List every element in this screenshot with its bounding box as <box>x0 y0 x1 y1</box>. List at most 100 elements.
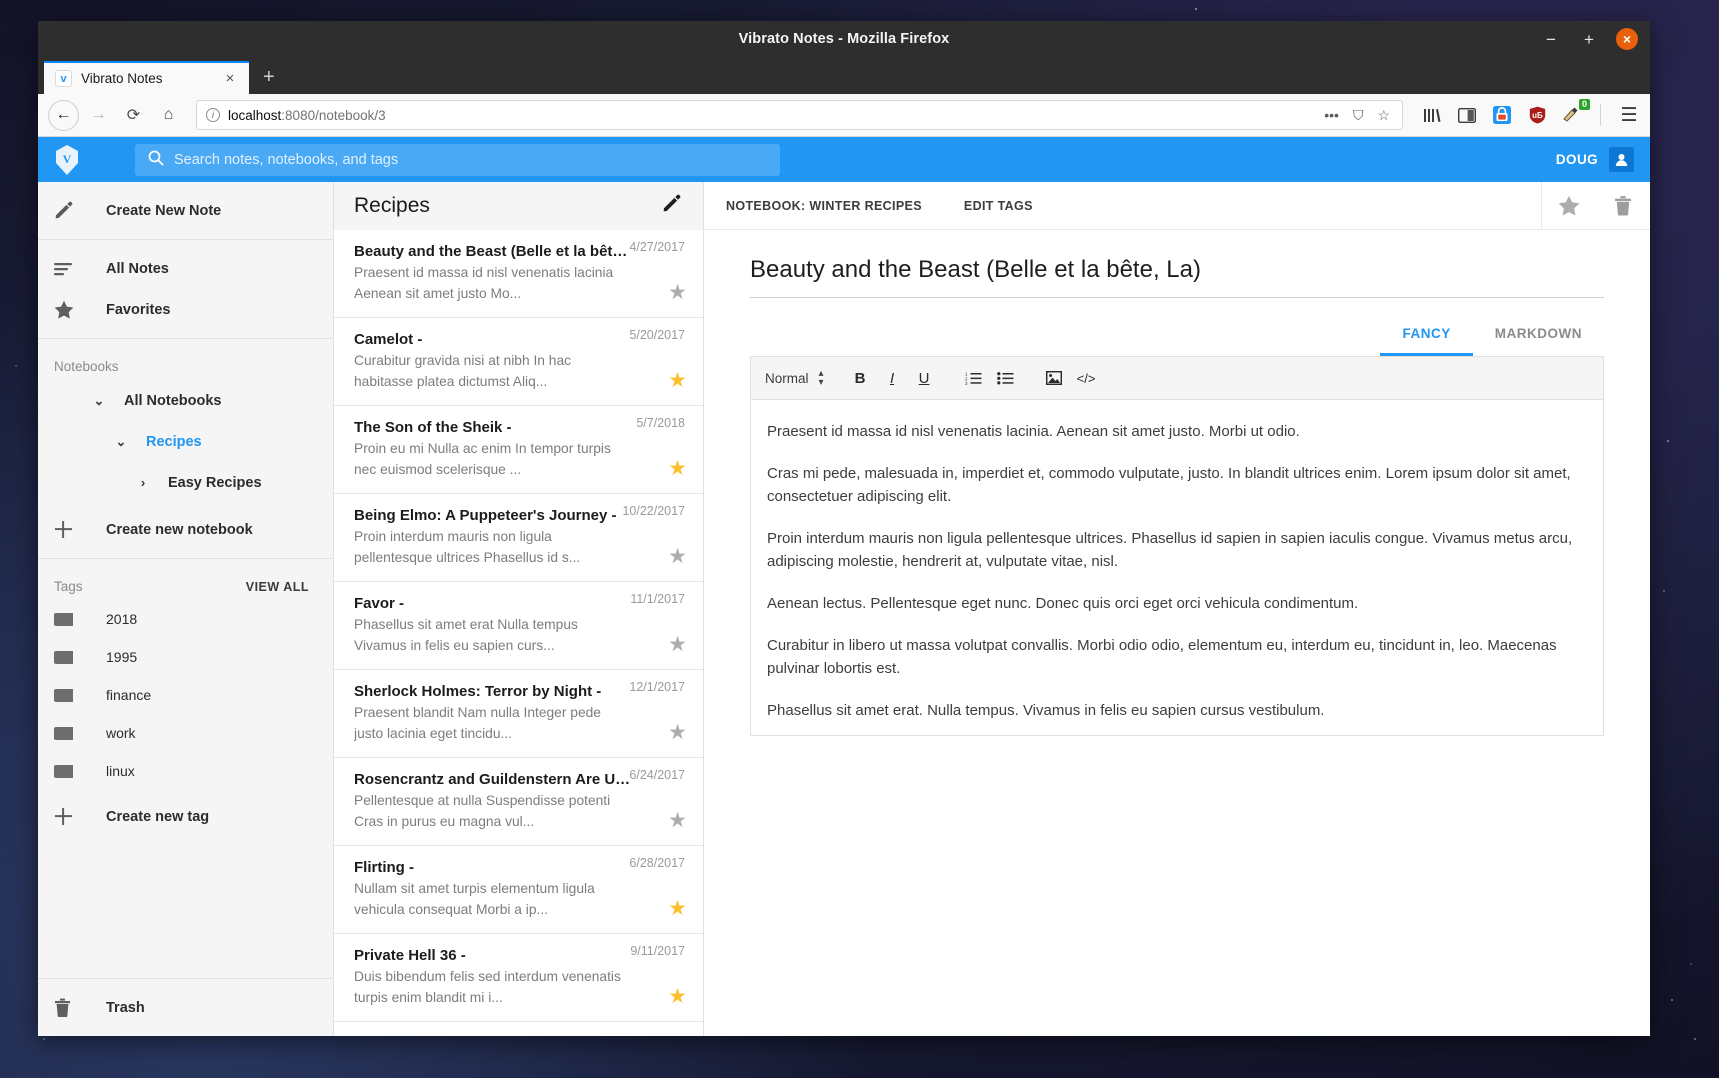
note-title-input[interactable]: Beauty and the Beast (Belle et la bête, … <box>750 256 1604 298</box>
bold-button[interactable]: B <box>847 365 874 392</box>
ublock-icon[interactable]: uБ <box>1526 104 1548 126</box>
avatar[interactable] <box>1609 147 1634 172</box>
sidebar-icon[interactable] <box>1456 104 1478 126</box>
sidebar-tag-work[interactable]: work <box>38 714 333 752</box>
tag-label: finance <box>106 687 151 703</box>
edit-tags-button[interactable]: EDIT TAGS <box>964 199 1033 213</box>
chevron-down-icon[interactable]: ⌄ <box>86 393 112 409</box>
italic-button[interactable]: I <box>879 365 906 392</box>
note-snippet: Phasellus sit amet erat Nulla tempus Viv… <box>354 614 622 656</box>
note-title: Camelot - <box>354 330 632 350</box>
editor-header: NOTEBOOK: WINTER RECIPES EDIT TAGS <box>704 182 1650 230</box>
sidebar-notebook-easy-recipes[interactable]: › Easy Recipes <box>38 462 333 503</box>
sidebar-label: Create New Note <box>106 203 221 219</box>
note-list-item[interactable]: 6/28/2017 Flirting - Nullam sit amet tur… <box>334 846 703 934</box>
sidebar-item-trash[interactable]: Trash <box>38 987 333 1028</box>
image-icon[interactable] <box>1041 365 1068 392</box>
tag-label: work <box>106 725 136 741</box>
address-bar[interactable]: i localhost:8080/notebook/3 ••• ⛉ ☆ <box>196 100 1403 130</box>
tab-fancy[interactable]: FANCY <box>1380 326 1472 356</box>
close-icon[interactable]: × <box>222 70 238 87</box>
notebook-selector-button[interactable]: NOTEBOOK: WINTER RECIPES <box>726 199 922 213</box>
note-favorite-star-icon[interactable]: ★ <box>668 984 687 1009</box>
bullet-list-icon[interactable] <box>992 365 1019 392</box>
maximize-button[interactable]: + <box>1578 28 1600 50</box>
sidebar-notebook-all-notebooks[interactable]: ⌄ All Notebooks <box>38 380 333 421</box>
note-list-item[interactable]: 5/20/2017 Camelot - Curabitur gravida ni… <box>334 318 703 406</box>
sidebar-tag-linux[interactable]: linux <box>38 752 333 790</box>
sidebar-notebook-recipes[interactable]: ⌄ Recipes <box>38 421 333 462</box>
note-list-item[interactable]: 5/7/2018 The Son of the Sheik - Proin eu… <box>334 406 703 494</box>
sidebar-item-create-new-note[interactable]: Create New Note <box>38 190 333 231</box>
save-to-pocket-icon[interactable] <box>1491 104 1513 126</box>
note-favorite-star-icon[interactable]: ★ <box>668 280 687 305</box>
edit-notebook-pencil-icon[interactable] <box>662 194 681 218</box>
home-icon[interactable]: ⌂ <box>153 100 184 131</box>
note-favorite-star-icon[interactable]: ★ <box>668 632 687 657</box>
search-box[interactable] <box>135 144 780 176</box>
note-list-item[interactable]: 10/22/2017 Being Elmo: A Puppeteer's Jou… <box>334 494 703 582</box>
note-favorite-star-icon[interactable]: ★ <box>668 808 687 833</box>
underline-button[interactable]: U <box>911 365 938 392</box>
sidebar-item-create-notebook[interactable]: Create new notebook <box>38 509 333 550</box>
forward-icon[interactable]: → <box>83 100 114 131</box>
window-controls: − + × <box>1540 21 1638 57</box>
format-select[interactable]: Normal ▴ ▾ <box>765 369 824 387</box>
minimize-button[interactable]: − <box>1540 28 1562 50</box>
note-list-scroll[interactable]: 4/27/2017 Beauty and the Beast (Belle et… <box>334 230 703 1036</box>
note-paragraph: Proin interdum mauris non ligula pellent… <box>767 527 1587 573</box>
note-date: 10/22/2017 <box>622 504 685 518</box>
tab-markdown[interactable]: MARKDOWN <box>1473 326 1604 356</box>
pocket-icon[interactable]: ⛉ <box>1350 107 1367 124</box>
vibrato-logo-icon[interactable]: V <box>54 145 80 175</box>
sidebar-section-tags: Tags VIEW ALL 2018 1995 finance work lin… <box>38 559 333 845</box>
sidebar-item-create-tag[interactable]: Create new tag <box>38 796 333 837</box>
note-date: 12/1/2017 <box>629 680 685 694</box>
tag-icon <box>54 613 106 626</box>
library-icon[interactable] <box>1421 104 1443 126</box>
note-favorite-star-icon[interactable]: ★ <box>668 456 687 481</box>
sidebar-tag-finance[interactable]: finance <box>38 676 333 714</box>
chevron-down-icon[interactable]: ⌄ <box>108 434 134 450</box>
browser-tab[interactable]: v Vibrato Notes × <box>44 61 249 94</box>
favorite-star-icon[interactable] <box>1542 182 1596 230</box>
note-favorite-star-icon[interactable]: ★ <box>668 896 687 921</box>
note-list-item[interactable]: 6/24/2017 Rosencrantz and Guildenstern A… <box>334 758 703 846</box>
note-list-item[interactable]: 4/27/2017 Beauty and the Beast (Belle et… <box>334 230 703 318</box>
note-list-item[interactable]: 12/1/2017 Sherlock Holmes: Terror by Nig… <box>334 670 703 758</box>
delete-note-trash-icon[interactable] <box>1596 182 1650 230</box>
notebook-label: Easy Recipes <box>168 475 262 491</box>
note-date: 6/24/2017 <box>629 768 685 782</box>
sidebar-label: Favorites <box>106 302 170 318</box>
note-list-item[interactable]: 9/11/2017 Private Hell 36 - Duis bibendu… <box>334 934 703 1022</box>
note-favorite-star-icon[interactable]: ★ <box>668 368 687 393</box>
reload-icon[interactable]: ⟳ <box>118 100 149 131</box>
sidebar-tag-2018[interactable]: 2018 <box>38 600 333 638</box>
site-info-icon[interactable]: i <box>206 108 220 122</box>
app-header-right: DOUG <box>1556 147 1634 172</box>
search-input[interactable] <box>174 152 767 168</box>
menu-icon[interactable]: ☰ <box>1618 104 1640 126</box>
back-icon[interactable]: ← <box>48 100 79 131</box>
chevron-right-icon[interactable]: › <box>130 475 156 490</box>
favicon-icon: v <box>55 70 72 87</box>
extension-icon[interactable]: 0 <box>1561 104 1583 126</box>
note-list-title: Recipes <box>354 194 430 218</box>
note-favorite-star-icon[interactable]: ★ <box>668 720 687 745</box>
note-list-item[interactable]: 11/1/2017 Favor - Phasellus sit amet era… <box>334 582 703 670</box>
editor-card: Normal ▴ ▾ B I U 123 </> Praesent id mas… <box>750 356 1604 736</box>
sidebar-tag-1995[interactable]: 1995 <box>38 638 333 676</box>
note-favorite-star-icon[interactable]: ★ <box>668 544 687 569</box>
editor-content[interactable]: Praesent id massa id nisl venenatis laci… <box>751 400 1603 735</box>
sidebar-item-all-notes[interactable]: All Notes <box>38 248 333 289</box>
bookmark-star-icon[interactable]: ☆ <box>1374 107 1393 124</box>
new-tab-button[interactable]: + <box>249 61 289 94</box>
view-all-tags-button[interactable]: VIEW ALL <box>246 580 309 594</box>
note-paragraph: Cras mi pede, malesuada in, imperdiet et… <box>767 462 1587 508</box>
code-button[interactable]: </> <box>1073 365 1100 392</box>
page-actions-icon[interactable]: ••• <box>1321 107 1342 123</box>
ordered-list-icon[interactable]: 123 <box>960 365 987 392</box>
close-button[interactable]: × <box>1616 28 1638 50</box>
tab-strip: v Vibrato Notes × + <box>38 57 1650 94</box>
sidebar-item-favorites[interactable]: Favorites <box>38 289 333 330</box>
